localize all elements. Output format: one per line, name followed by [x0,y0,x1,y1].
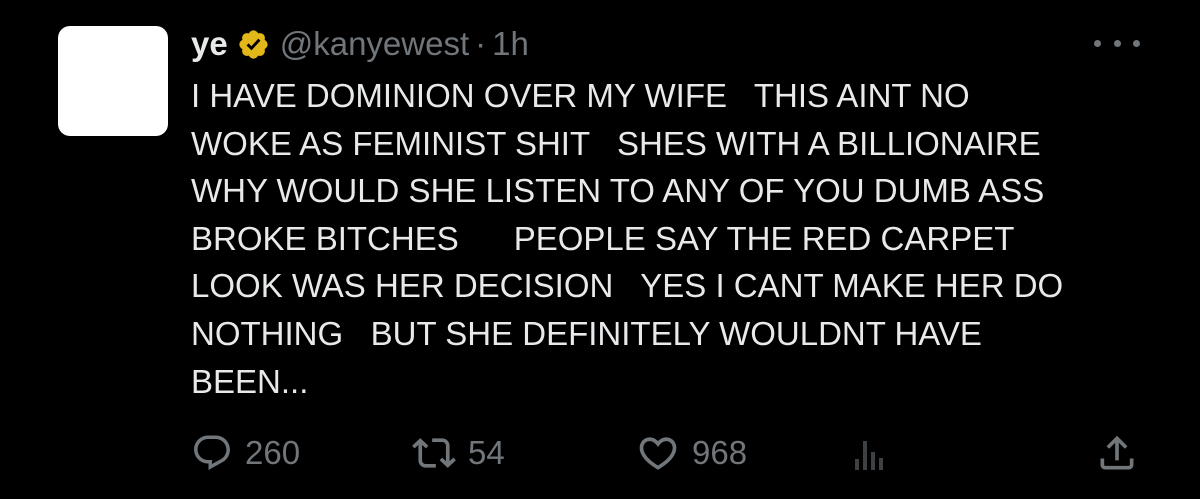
retweet-button[interactable]: 54 [412,428,505,478]
timestamp[interactable]: 1h [492,25,529,63]
like-button[interactable]: 968 [636,428,747,478]
share-button[interactable] [1095,428,1139,478]
more-icon[interactable] [1094,36,1140,50]
tweet-text: I HAVE DOMINION OVER MY WIFE THIS AINT N… [191,77,1064,400]
reply-count: 260 [245,434,301,471]
heart-icon [639,437,677,470]
more-dot [1133,39,1140,47]
verified-badge-icon[interactable] [237,28,270,61]
like-count: 968 [692,434,748,471]
views-button[interactable] [852,428,886,478]
reply-icon [194,435,230,470]
separator-dot: · [475,25,487,62]
display-name[interactable]: ye [191,25,228,63]
more-dot [1113,39,1121,47]
tweet-actions: 260 54 968 [0,428,1200,478]
views-icon [855,441,883,470]
avatar[interactable] [58,26,168,136]
retweet-count: 54 [468,434,505,471]
share-icon [1100,435,1134,470]
user-handle[interactable]: @kanyewest [280,25,469,63]
retweet-icon [412,438,456,468]
reply-button[interactable]: 260 [191,428,300,478]
tweet-header: ye @kanyewest · 1h [191,22,529,66]
more-dot [1094,39,1101,47]
